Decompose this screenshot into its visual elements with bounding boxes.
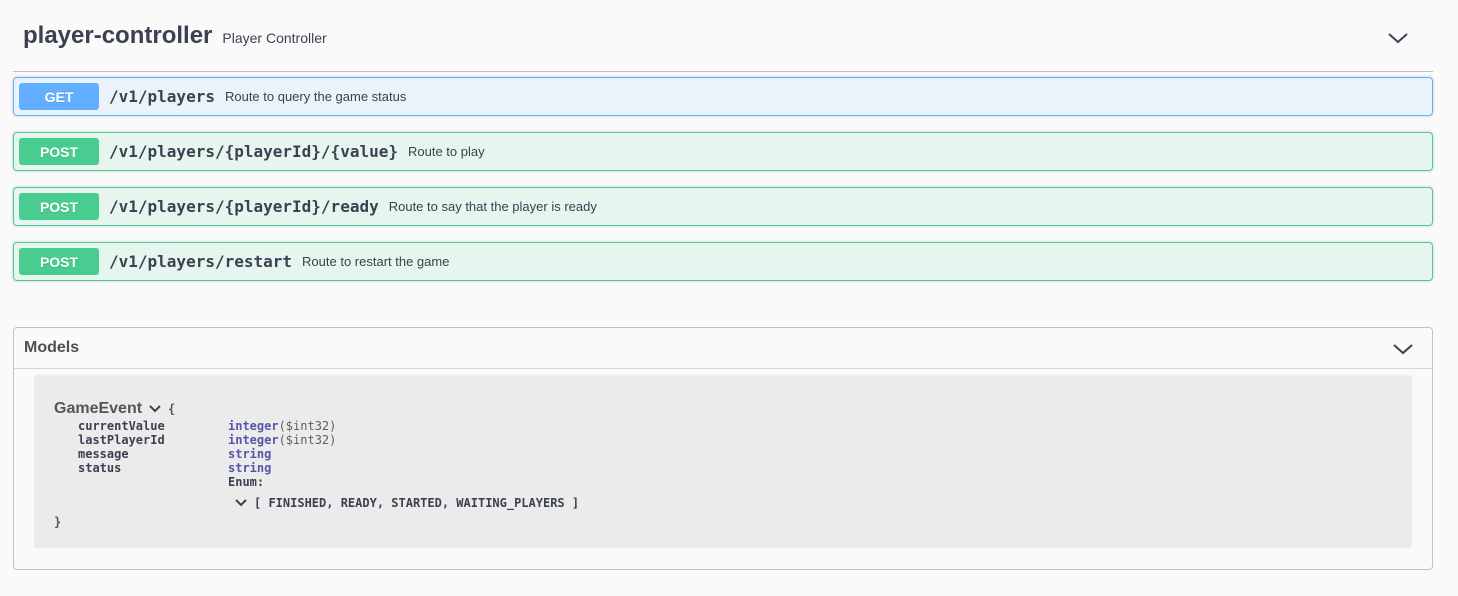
models-title: Models [24,339,80,356]
model-title-row[interactable]: GameEvent { [54,400,175,418]
model-box: GameEvent { currentValue integer($int32)… [34,375,1412,548]
operation-path: /v1/players/{playerId}/ready [109,197,379,216]
property-type: string [228,447,272,461]
property-format: ($int32) [278,433,337,447]
operation-path: /v1/players/{playerId}/{value} [109,142,398,161]
models-header[interactable]: Models [14,328,1432,369]
open-brace: { [168,402,176,416]
chevron-down-icon[interactable] [1387,27,1409,49]
opblock-post-play[interactable]: POST /v1/players/{playerId}/{value} Rout… [13,132,1433,171]
close-brace: } [54,515,62,529]
method-badge: GET [19,83,99,110]
method-badge: POST [19,138,99,165]
property-format: ($int32) [278,419,337,433]
opblock-post-restart[interactable]: POST /v1/players/restart Route to restar… [13,242,1433,281]
tag-header[interactable]: player-controller Player Controller [13,0,1433,72]
enum-label: Enum: [228,475,265,489]
operation-summary: Route to restart the game [302,254,450,269]
property-name: message [78,447,129,461]
tag-name: player-controller [23,21,213,49]
operation-path: /v1/players [109,87,215,106]
property-type: string [228,461,272,475]
operation-summary: Route to query the game status [224,89,407,104]
operation-summary: Route to say that the player is ready [388,199,597,214]
chevron-down-icon[interactable] [234,496,248,510]
method-badge: POST [19,193,99,220]
chevron-down-icon[interactable] [148,402,162,416]
opblock-get-players[interactable]: GET /v1/players Route to query the game … [13,77,1433,116]
operation-path: /v1/players/restart [109,252,293,271]
property-type: integer($int32) [228,419,337,433]
property-name: lastPlayerId [78,433,165,447]
opblock-post-ready[interactable]: POST /v1/players/{playerId}/ready Route … [13,187,1433,226]
method-badge: POST [19,248,99,275]
property-name: status [78,461,122,475]
enum-values: [ FINISHED, READY, STARTED, WAITING_PLAY… [254,496,580,510]
property-type: integer($int32) [228,433,337,447]
tag-description: Player Controller [222,29,327,46]
enum-values-row[interactable]: [ FINISHED, READY, STARTED, WAITING_PLAY… [234,496,579,510]
models-section: Models GameEvent { currentValue integer(… [13,327,1433,570]
chevron-down-icon[interactable] [1392,338,1414,360]
operation-summary: Route to play [407,144,485,159]
property-name: currentValue [78,419,165,433]
model-name: GameEvent [54,400,143,417]
